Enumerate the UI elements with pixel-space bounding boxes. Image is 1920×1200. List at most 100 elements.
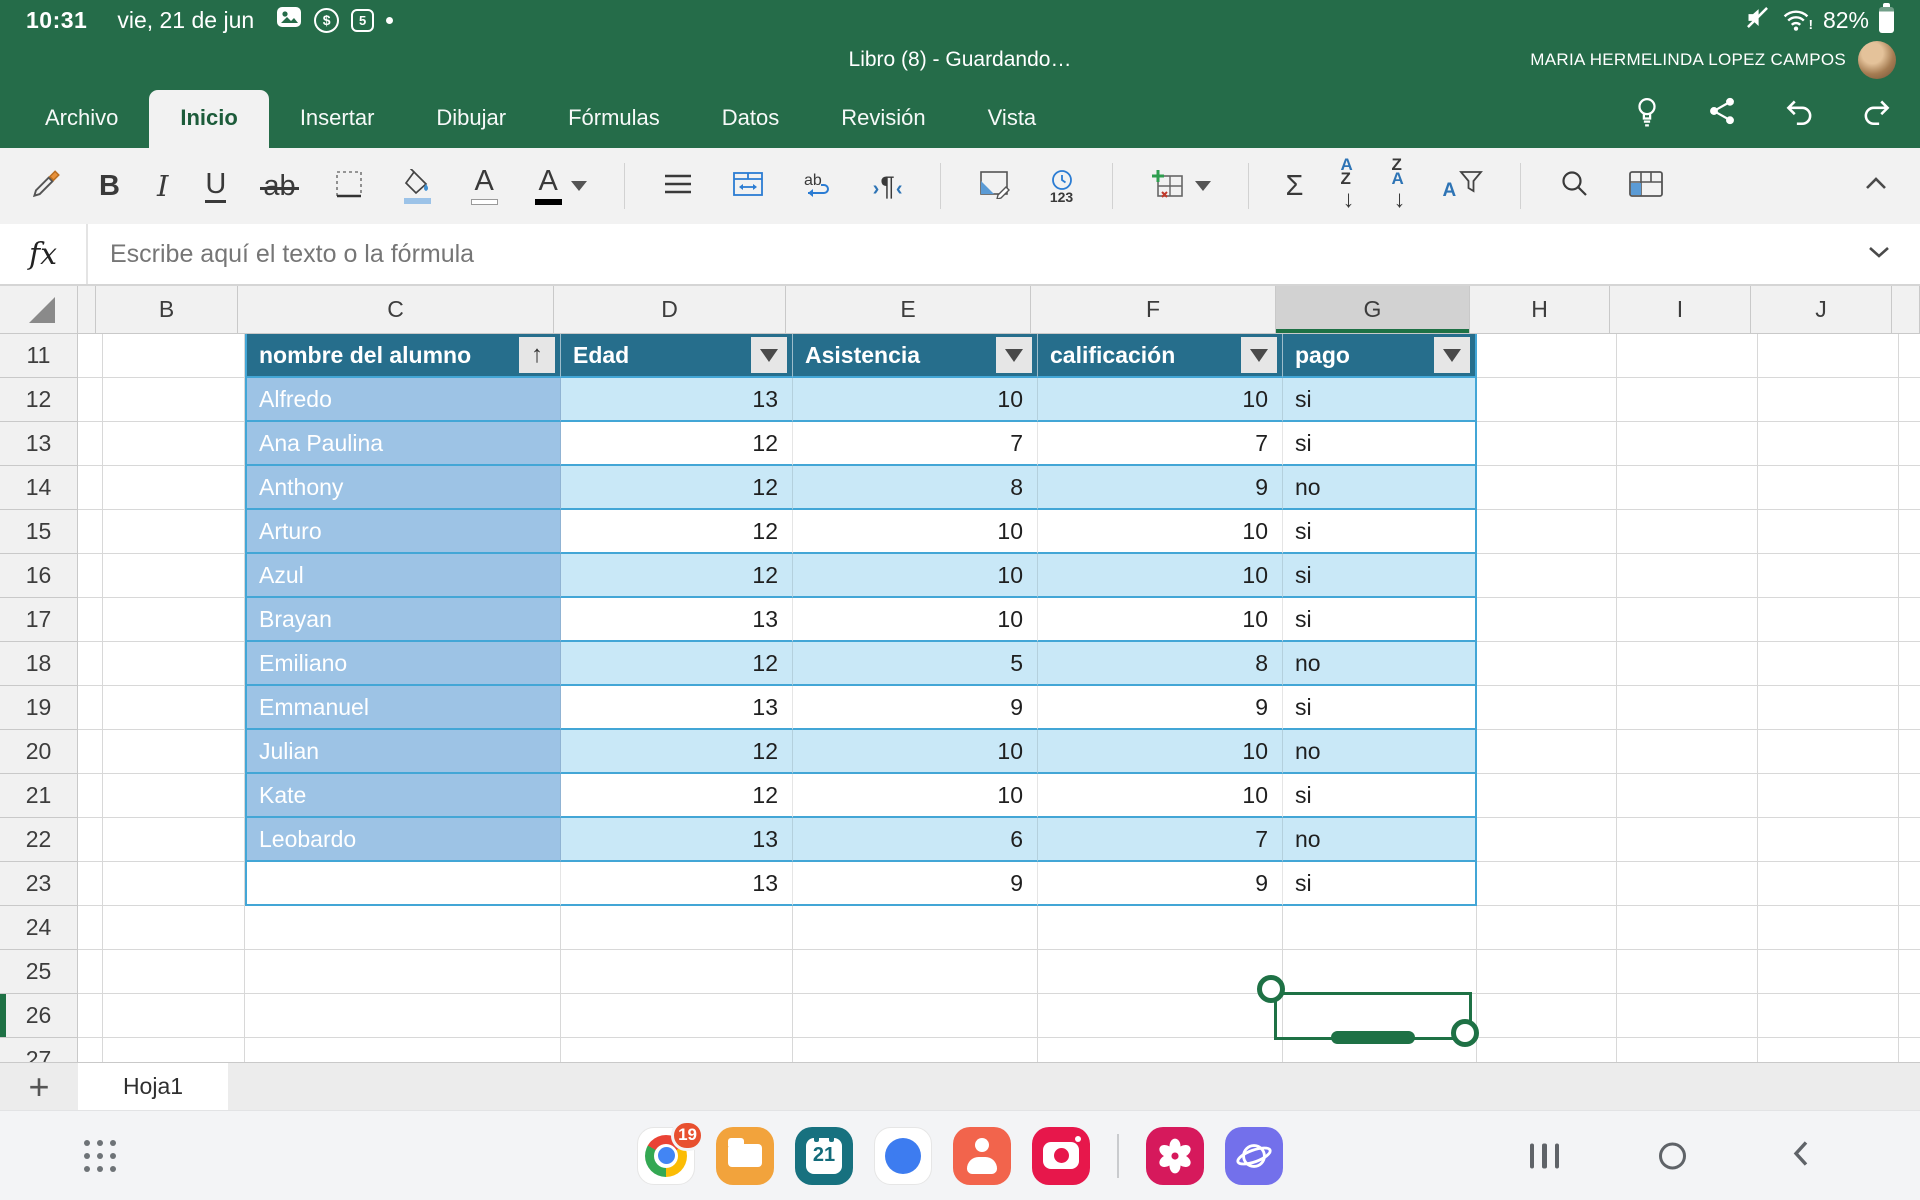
recents-button[interactable] bbox=[1530, 1143, 1560, 1168]
cell-D13[interactable]: 12 bbox=[561, 422, 793, 466]
contacts-app-icon[interactable] bbox=[953, 1127, 1011, 1185]
wrap-text-button[interactable]: ab bbox=[802, 169, 836, 204]
camera-app-icon[interactable] bbox=[1032, 1127, 1090, 1185]
cell-styles-button[interactable] bbox=[1627, 169, 1665, 204]
ribbon-tab-dibujar[interactable]: Dibujar bbox=[405, 90, 537, 148]
cell-I17[interactable] bbox=[1617, 598, 1758, 642]
cell-I14[interactable] bbox=[1617, 466, 1758, 510]
cell-x18[interactable] bbox=[78, 642, 103, 686]
cell-E27[interactable] bbox=[793, 1038, 1038, 1062]
cell-H18[interactable] bbox=[1477, 642, 1617, 686]
cell-B22[interactable] bbox=[103, 818, 245, 862]
cell-H24[interactable] bbox=[1477, 906, 1617, 950]
underline-button[interactable]: U bbox=[205, 170, 226, 203]
cell-D20[interactable]: 12 bbox=[561, 730, 793, 774]
strikethrough-button[interactable]: ab bbox=[263, 172, 295, 201]
row-header-19[interactable]: 19 bbox=[0, 686, 78, 730]
cell-G22[interactable]: no bbox=[1283, 818, 1477, 862]
cell-B18[interactable] bbox=[103, 642, 245, 686]
ribbon-tab-revisión[interactable]: Revisión bbox=[810, 90, 956, 148]
cell-G20[interactable]: no bbox=[1283, 730, 1477, 774]
cell-x26[interactable] bbox=[78, 994, 103, 1038]
cell-G18[interactable]: no bbox=[1283, 642, 1477, 686]
insert-cells-button[interactable] bbox=[1150, 168, 1211, 205]
cell-J15[interactable] bbox=[1758, 510, 1899, 554]
cell-J27[interactable] bbox=[1758, 1038, 1899, 1062]
cell-C25[interactable] bbox=[245, 950, 561, 994]
cell-I21[interactable] bbox=[1617, 774, 1758, 818]
cell-F15[interactable]: 10 bbox=[1038, 510, 1283, 554]
cell-x23[interactable] bbox=[78, 862, 103, 906]
cell-x19[interactable] bbox=[1899, 686, 1920, 730]
cell-F14[interactable]: 9 bbox=[1038, 466, 1283, 510]
undo-icon[interactable] bbox=[1782, 94, 1816, 128]
row-header-23[interactable]: 23 bbox=[0, 862, 78, 906]
files-app-icon[interactable] bbox=[716, 1127, 774, 1185]
cell-J24[interactable] bbox=[1758, 906, 1899, 950]
cell-F22[interactable]: 7 bbox=[1038, 818, 1283, 862]
cell-J19[interactable] bbox=[1758, 686, 1899, 730]
cell-E18[interactable]: 5 bbox=[793, 642, 1038, 686]
cell-E21[interactable]: 10 bbox=[793, 774, 1038, 818]
row-header-11[interactable]: 11 bbox=[0, 334, 78, 378]
cell-x25[interactable] bbox=[1899, 950, 1920, 994]
row-header-22[interactable]: 22 bbox=[0, 818, 78, 862]
cell-H26[interactable] bbox=[1477, 994, 1617, 1038]
cell-F13[interactable]: 7 bbox=[1038, 422, 1283, 466]
cell-G19[interactable]: si bbox=[1283, 686, 1477, 730]
cell-C15[interactable]: Arturo bbox=[245, 510, 561, 554]
cell-x15[interactable] bbox=[78, 510, 103, 554]
cell-x27[interactable] bbox=[1899, 1038, 1920, 1062]
cell-H11[interactable] bbox=[1477, 334, 1617, 378]
sheet-tab-hoja1[interactable]: Hoja1 bbox=[78, 1063, 228, 1110]
cell-x14[interactable] bbox=[1899, 466, 1920, 510]
row-header-26[interactable]: 26 bbox=[0, 994, 78, 1038]
cell-G11[interactable]: pago bbox=[1283, 334, 1477, 378]
cell-F21[interactable]: 10 bbox=[1038, 774, 1283, 818]
column-header-h[interactable]: H bbox=[1470, 286, 1610, 334]
column-header-blank[interactable] bbox=[78, 286, 96, 334]
cell-I12[interactable] bbox=[1617, 378, 1758, 422]
cell-E17[interactable]: 10 bbox=[793, 598, 1038, 642]
italic-button[interactable]: I bbox=[157, 172, 168, 201]
cell-C16[interactable]: Azul bbox=[245, 554, 561, 598]
tell-me-lightbulb-icon[interactable] bbox=[1632, 94, 1662, 128]
ribbon-tab-fórmulas[interactable]: Fórmulas bbox=[537, 90, 691, 148]
row-header-12[interactable]: 12 bbox=[0, 378, 78, 422]
add-sheet-button[interactable]: + bbox=[0, 1063, 78, 1110]
cell-G12[interactable]: si bbox=[1283, 378, 1477, 422]
cell-x25[interactable] bbox=[78, 950, 103, 994]
cell-C11[interactable]: nombre del alumno↑ bbox=[245, 334, 561, 378]
cell-x12[interactable] bbox=[78, 378, 103, 422]
cell-x15[interactable] bbox=[1899, 510, 1920, 554]
cell-E24[interactable] bbox=[793, 906, 1038, 950]
cell-I11[interactable] bbox=[1617, 334, 1758, 378]
cell-H21[interactable] bbox=[1477, 774, 1617, 818]
column-header-i[interactable]: I bbox=[1610, 286, 1751, 334]
cell-B12[interactable] bbox=[103, 378, 245, 422]
cell-B14[interactable] bbox=[103, 466, 245, 510]
cell-B21[interactable] bbox=[103, 774, 245, 818]
autosum-button[interactable]: Σ bbox=[1286, 172, 1304, 201]
cell-C18[interactable]: Emiliano bbox=[245, 642, 561, 686]
cell-H13[interactable] bbox=[1477, 422, 1617, 466]
cell-E20[interactable]: 10 bbox=[793, 730, 1038, 774]
cell-G13[interactable]: si bbox=[1283, 422, 1477, 466]
cell-F23[interactable]: 9 bbox=[1038, 862, 1283, 906]
share-icon[interactable] bbox=[1706, 95, 1738, 127]
column-header-e[interactable]: E bbox=[786, 286, 1031, 334]
cell-H25[interactable] bbox=[1477, 950, 1617, 994]
cell-x27[interactable] bbox=[78, 1038, 103, 1062]
cell-B24[interactable] bbox=[103, 906, 245, 950]
cell-J13[interactable] bbox=[1758, 422, 1899, 466]
cell-C24[interactable] bbox=[245, 906, 561, 950]
cell-D18[interactable]: 12 bbox=[561, 642, 793, 686]
ribbon-tab-archivo[interactable]: Archivo bbox=[14, 90, 149, 148]
cell-G23[interactable]: si bbox=[1283, 862, 1477, 906]
cell-x22[interactable] bbox=[1899, 818, 1920, 862]
filter-dropdown-icon[interactable] bbox=[751, 337, 787, 373]
cell-D16[interactable]: 12 bbox=[561, 554, 793, 598]
cell-E22[interactable]: 6 bbox=[793, 818, 1038, 862]
cell-x26[interactable] bbox=[1899, 994, 1920, 1038]
cell-I16[interactable] bbox=[1617, 554, 1758, 598]
